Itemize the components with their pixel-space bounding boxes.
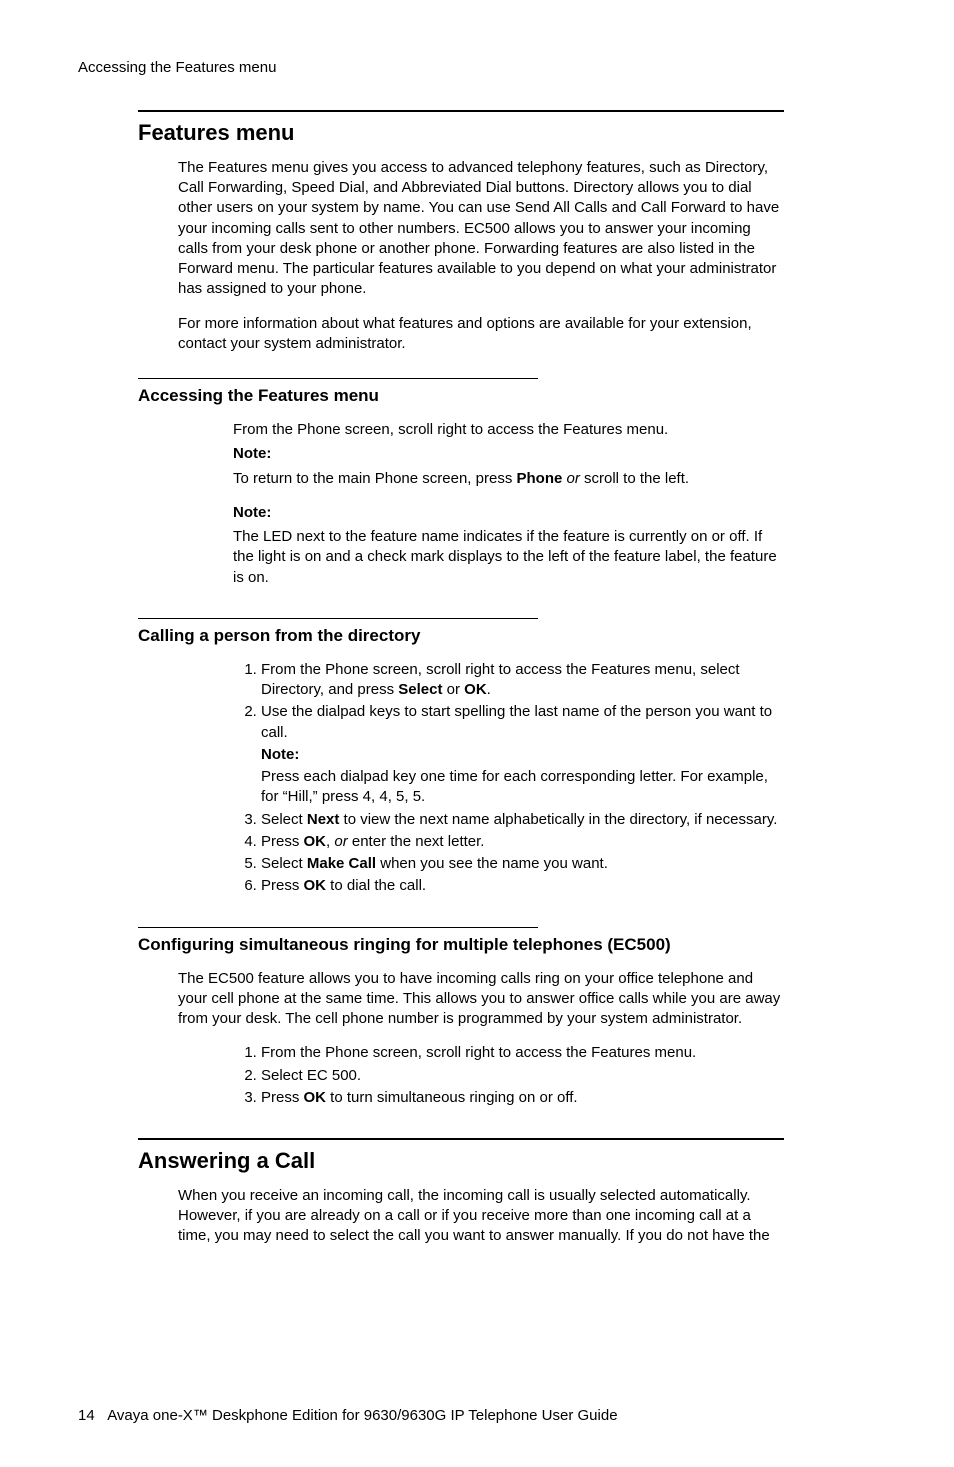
subsection-rule [138, 378, 538, 379]
text: Press [261, 1089, 304, 1106]
note-label: Note: [233, 503, 784, 523]
keyword-next: Next [307, 811, 340, 828]
page-header: Accessing the Features menu [78, 58, 876, 78]
text-italic: or [562, 470, 580, 487]
text: scroll to the left. [580, 470, 689, 487]
list-item: From the Phone screen, scroll right to a… [261, 1043, 784, 1063]
keyword-ok: OK [304, 833, 327, 850]
heading-features-menu: Features menu [138, 118, 876, 148]
paragraph: The EC500 feature allows you to have inc… [178, 969, 784, 1030]
text: to turn simultaneous ringing on or off. [326, 1089, 578, 1106]
list-item: Press OK, or enter the next letter. [261, 832, 784, 852]
note-label: Note: [233, 444, 784, 464]
text: Use the dialpad keys to start spelling t… [261, 703, 772, 740]
note-text: Press each dialpad key one time for each… [261, 767, 784, 808]
heading-calling-directory: Calling a person from the directory [138, 625, 876, 648]
text: From the Phone screen, scroll right to a… [261, 661, 740, 698]
keyword-select: Select [398, 681, 442, 698]
steps-list: From the Phone screen, scroll right to a… [233, 1043, 784, 1108]
list-item: Select Next to view the next name alphab… [261, 810, 784, 830]
text-italic: or [334, 833, 352, 850]
paragraph: To return to the main Phone screen, pres… [233, 469, 784, 489]
section-rule [138, 1138, 784, 1140]
heading-ec500: Configuring simultaneous ringing for mul… [138, 934, 876, 957]
heading-accessing-features: Accessing the Features menu [138, 385, 876, 408]
subsection-rule [138, 927, 538, 928]
keyword-ok: OK [304, 1089, 327, 1106]
footer-text: Avaya one-X™ Deskphone Edition for 9630/… [107, 1407, 617, 1424]
note-label: Note: [261, 745, 784, 765]
subsection-rule [138, 618, 538, 619]
keyword-phone: Phone [516, 470, 562, 487]
text: Select [261, 855, 307, 872]
list-item: Select EC 500. [261, 1066, 784, 1086]
paragraph: From the Phone screen, scroll right to a… [233, 420, 784, 440]
list-item: From the Phone screen, scroll right to a… [261, 660, 784, 701]
keyword-make-call: Make Call [307, 855, 376, 872]
text: to dial the call. [326, 877, 426, 894]
paragraph: For more information about what features… [178, 314, 784, 355]
page-number: 14 [78, 1407, 95, 1424]
text: To return to the main Phone screen, pres… [233, 470, 516, 487]
paragraph: When you receive an incoming call, the i… [178, 1186, 784, 1247]
text: to view the next name alphabetically in … [339, 811, 777, 828]
paragraph: The LED next to the feature name indicat… [233, 527, 784, 588]
list-item: Use the dialpad keys to start spelling t… [261, 702, 784, 807]
text: enter the next letter. [352, 833, 485, 850]
page-footer: 14 Avaya one-X™ Deskphone Edition for 96… [78, 1406, 876, 1426]
text: Press [261, 877, 304, 894]
text: when you see the name you want. [376, 855, 608, 872]
keyword-ok: OK [304, 877, 327, 894]
steps-list: From the Phone screen, scroll right to a… [233, 660, 784, 897]
list-item: Press OK to turn simultaneous ringing on… [261, 1088, 784, 1108]
heading-answering-call: Answering a Call [138, 1146, 876, 1176]
list-item: Select Make Call when you see the name y… [261, 854, 784, 874]
section-rule [138, 110, 784, 112]
text: or [442, 681, 464, 698]
text: Select [261, 811, 307, 828]
text: Press [261, 833, 304, 850]
paragraph: The Features menu gives you access to ad… [178, 158, 784, 300]
list-item: Press OK to dial the call. [261, 876, 784, 896]
text: . [487, 681, 491, 698]
keyword-ok: OK [464, 681, 487, 698]
